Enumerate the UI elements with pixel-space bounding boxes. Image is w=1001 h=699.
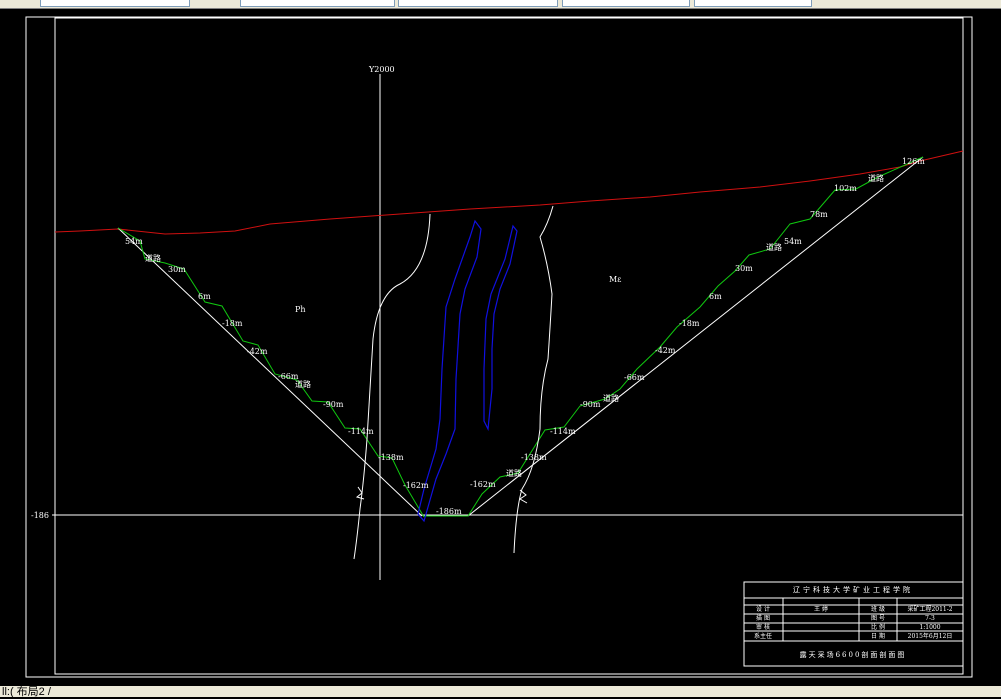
tb-cell: 图 号 [871,615,885,622]
left-label: 道路 [295,379,311,389]
tb-cell: 日 期 [871,632,885,640]
right-label: 102m [834,184,857,193]
right-label: 78m [810,210,828,219]
left-label: -162m [403,481,429,490]
toolbar-combo-5[interactable] [694,0,812,7]
tb-cell: 描 图 [756,614,770,622]
right-label: 道路 [868,173,884,183]
right-label: -66m [624,373,645,382]
level-label: -186 [31,511,49,520]
outer-frame [25,16,973,678]
right-label: 道路 [603,393,619,403]
toolbar-combo-1[interactable] [40,0,190,7]
toolbar-combo-4[interactable] [562,0,690,7]
right-label: -90m [580,400,601,409]
left-label: -90m [323,400,344,409]
tb-cell: 2015年6月12日 [908,632,953,640]
left-label: 道路 [145,253,161,263]
right-label: 6m [709,292,722,301]
tb-cell: 班 级 [871,605,885,613]
right-label: 道路 [766,242,782,252]
left-label: -138m [378,453,404,462]
left-label: 6m [198,292,211,301]
toolbar-combo-3[interactable] [398,0,558,7]
right-label: -18m [679,319,700,328]
right-label: 道路 [506,468,522,478]
pit-bottom-label: -186m [436,507,462,516]
ground-surface-line [54,150,964,235]
status-bar: ll:( 布局2 / [0,686,1001,698]
left-label: -114m [348,427,374,436]
right-label: -138m [521,453,547,462]
zone-label-right: Mε [609,275,621,284]
title-block-title: 露天采场6600剖面剖面图 [800,650,907,659]
tb-cell: 采矿工程2011-2 [907,605,952,613]
inner-frame [54,17,964,675]
right-geology-boundary [513,205,554,554]
axis-label: Y2000 [368,65,395,74]
title-block: 辽宁科技大学矿业工程学院 设 计 王 婷 班 级 采矿工程2011-2 描 图 … [743,581,964,667]
right-label: 30m [735,264,753,273]
right-label: 54m [784,237,802,246]
right-label: -114m [550,427,576,436]
right-label: -42m [655,346,676,355]
right-label: -162m [470,480,496,489]
orebody-2 [483,224,518,432]
tb-cell: 系主任 [754,632,772,640]
left-final-slope [117,227,423,517]
left-label: 54m [125,237,143,246]
left-slope-labels: 54m 道路 30m 6m -18m -42m -66m 道路 -90m -11… [125,237,429,490]
tb-cell: 王 婷 [814,605,828,613]
cad-drawing[interactable]: Y2000 -186 Ph Mε 54m 道路 30m 6m -18m -42m… [0,9,1001,686]
toolbar-combo-2[interactable] [240,0,395,7]
right-label: 126m [902,157,925,166]
orebody-1 [417,219,482,523]
tb-cell: 1:1000 [919,624,940,631]
toolbar [0,0,1001,9]
left-label: -42m [247,347,268,356]
tb-cell: 7-3 [925,615,935,622]
tb-cell: 比 例 [871,623,885,631]
left-label: -18m [222,319,243,328]
right-final-slope [467,156,924,517]
title-block-header: 辽宁科技大学矿业工程学院 [793,585,913,594]
tb-cell: 审 核 [756,623,770,631]
tb-cell: 设 计 [756,605,770,613]
zone-label-left: Ph [295,305,306,314]
left-label: 30m [168,265,186,274]
